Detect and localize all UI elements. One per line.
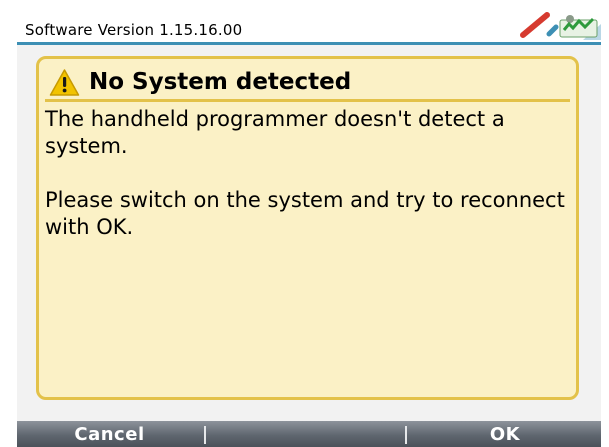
no-system-dialog: No System detected The handheld programm… [36,56,579,400]
cancel-button[interactable]: Cancel [17,421,202,447]
header-divider [17,42,601,45]
dialog-divider [45,99,570,102]
dialog-message-line-2: Please switch on the system and try to r… [45,188,565,239]
dialog-message-line-1: The handheld programmer doesn't detect a… [45,107,505,158]
softkey-bar: Cancel OK [17,421,601,447]
warning-icon [49,68,80,96]
ok-button[interactable]: OK [409,421,601,447]
middle-softkey[interactable] [207,421,403,447]
dialog-message: The handheld programmer doesn't detect a… [45,106,565,268]
softkey-separator-right [405,426,407,444]
dialog-title: No System detected [89,69,352,95]
handheld-programmer-screen: Software Version 1.15.16.00 No System de… [17,10,601,447]
software-version-label: Software Version 1.15.16.00 [25,21,243,39]
softkey-separator-left [204,426,206,444]
header-bar: Software Version 1.15.16.00 [17,10,601,45]
dialog-header: No System detected [49,66,351,98]
connection-status-icon [513,12,601,40]
